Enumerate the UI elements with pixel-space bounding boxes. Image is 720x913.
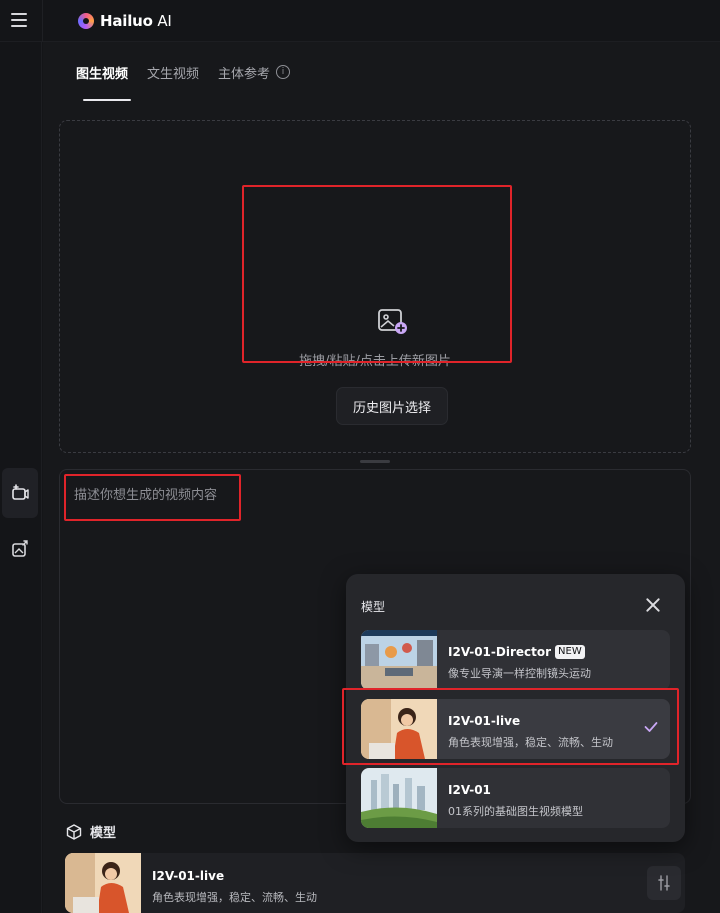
model-thumbnail xyxy=(65,853,141,913)
model-option-base[interactable]: I2V-01 01系列的基础图生视频模型 xyxy=(361,768,670,828)
selected-model-desc: 角色表现增强，稳定、流畅、生动 xyxy=(152,891,317,904)
close-icon[interactable] xyxy=(645,597,661,613)
model-settings-button[interactable] xyxy=(647,866,681,900)
model-option-name: I2V-01 xyxy=(448,783,491,797)
model-option-desc: 像专业导演一样控制镜头运动 xyxy=(448,667,591,680)
model-option-live[interactable]: I2V-01-live 角色表现增强，稳定、流畅、生动 xyxy=(361,699,670,759)
model-dropdown-popover: 模型 I2V-01-Director NEW 像专业导演一样控制镜头运动 I2V… xyxy=(346,574,685,842)
model-selector[interactable]: I2V-01-live 角色表现增强，稳定、流畅、生动 xyxy=(65,853,685,913)
video-create-button[interactable] xyxy=(2,468,38,518)
tab-image-to-video[interactable]: 图生视频 xyxy=(76,63,132,103)
model-thumbnail xyxy=(361,630,437,690)
logo-mark-icon xyxy=(78,13,94,29)
model-thumbnail xyxy=(361,699,437,759)
hamburger-menu-icon[interactable] xyxy=(11,13,27,27)
history-image-button[interactable]: 历史图片选择 xyxy=(336,387,448,425)
info-icon[interactable]: i xyxy=(276,65,291,79)
mode-tabs: 图生视频 文生视频 主体参考 i xyxy=(76,63,309,103)
new-badge: NEW xyxy=(555,645,585,659)
selected-model-name: I2V-01-live xyxy=(152,869,225,883)
tab-subject-reference[interactable]: 主体参考 i xyxy=(218,63,291,103)
model-option-name: I2V-01-Director NEW xyxy=(448,645,585,659)
left-tool-rail xyxy=(0,42,42,913)
popover-title: 模型 xyxy=(361,600,386,614)
model-option-desc: 角色表现增强，稳定、流畅、生动 xyxy=(448,736,613,749)
upload-hint: 拖拽/粘贴/点击上传新图片 xyxy=(299,354,451,369)
model-option-desc: 01系列的基础图生视频模型 xyxy=(448,805,583,818)
image-swap-icon xyxy=(12,540,28,557)
app-logo[interactable]: Hailuo AI xyxy=(78,10,172,32)
model-section-title: 模型 xyxy=(90,826,117,841)
model-section-header: 模型 xyxy=(66,822,116,841)
logo-text: Hailuo AI xyxy=(100,12,172,30)
model-option-director[interactable]: I2V-01-Director NEW 像专业导演一样控制镜头运动 xyxy=(361,630,670,690)
model-option-name: I2V-01-live xyxy=(448,714,521,728)
cube-icon xyxy=(66,823,82,840)
image-add-icon xyxy=(378,309,408,339)
model-thumbnail xyxy=(361,768,437,828)
tab-text-to-video[interactable]: 文生视频 xyxy=(147,63,199,103)
image-swap-button[interactable] xyxy=(2,524,38,574)
check-icon xyxy=(644,722,658,732)
video-create-icon xyxy=(12,484,29,500)
top-bar: Hailuo AI xyxy=(0,0,720,42)
divider xyxy=(42,0,43,42)
image-upload-dropzone[interactable]: 拖拽/粘贴/点击上传新图片 历史图片选择 xyxy=(59,120,691,453)
resize-handle[interactable] xyxy=(360,460,390,463)
sliders-icon xyxy=(658,875,670,891)
